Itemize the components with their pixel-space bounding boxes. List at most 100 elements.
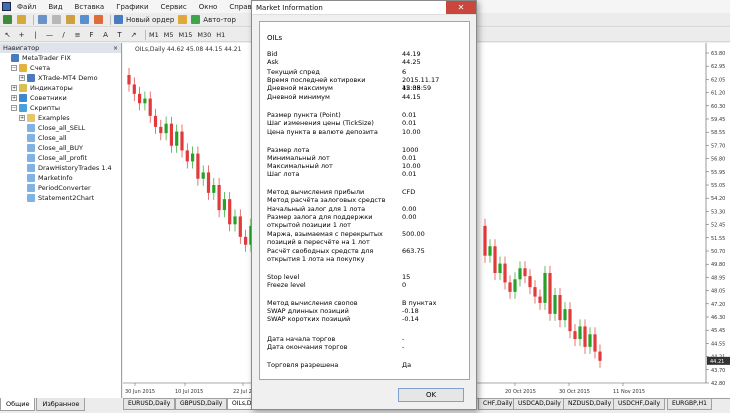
timeframe-button[interactable]: H1 [216, 31, 225, 39]
autotrading-button[interactable]: Авто-тор [191, 14, 236, 25]
price-tick-label: 48.95 [711, 275, 725, 281]
navigator-item[interactable]: + Examples [0, 113, 121, 123]
expand-icon[interactable]: + [19, 75, 25, 81]
data-window-button[interactable] [51, 14, 62, 25]
navigator-item[interactable]: + XTrade-MT4 Demo [0, 73, 121, 83]
chart-tab[interactable]: CHF,Daily [478, 399, 518, 410]
price-tick-label: 46.30 [711, 315, 725, 321]
navigator-item[interactable]: Close_all_SELL [0, 123, 121, 133]
info-value: CFD [402, 188, 416, 196]
channel-button[interactable]: ≡ [72, 29, 83, 40]
navigator-item[interactable]: Close_all [0, 133, 121, 143]
info-label: Дата начала торгов [267, 335, 336, 343]
navigator-header: Навигатор × [0, 43, 121, 53]
timeframe-button[interactable]: M15 [179, 31, 193, 39]
menu-item[interactable]: Вид [48, 3, 62, 11]
acc-icon [19, 64, 27, 72]
navigator-item[interactable]: + Индикаторы [0, 83, 121, 93]
chart-tab[interactable]: EURUSD,Daily [123, 399, 176, 410]
text-icon: A [103, 30, 108, 39]
crosshair-button[interactable]: + [16, 29, 27, 40]
navigator-item[interactable]: DrawHistoryTrades 1.4 [0, 163, 121, 173]
navigator-item[interactable]: − Счета [0, 63, 121, 73]
timeframe-button[interactable]: M5 [164, 31, 174, 39]
new-chart-button[interactable] [2, 14, 13, 25]
nav-tab-favorites[interactable]: Избранное [36, 398, 86, 411]
info-value: - [402, 343, 405, 351]
candle-body [153, 115, 158, 127]
timeframe-button[interactable]: M30 [197, 31, 211, 39]
trendline-icon: / [62, 30, 65, 39]
menu-item[interactable]: Графики [116, 3, 148, 11]
navigator-item[interactable]: Close_all_profit [0, 153, 121, 163]
info-label: Время последней котировки [267, 76, 366, 84]
expand-icon[interactable]: + [19, 115, 25, 121]
text-button[interactable]: A [100, 29, 111, 40]
chart-tab[interactable]: NZDUSD,Daily [563, 399, 617, 410]
navigator-close-icon[interactable]: × [113, 45, 118, 52]
candle-body [233, 216, 237, 225]
navigator-item[interactable]: MarketInfo [0, 173, 121, 183]
timeframe-button[interactable]: M1 [149, 31, 159, 39]
chart-tab[interactable]: USDCAD,Daily [513, 399, 566, 410]
candle-body [513, 279, 517, 292]
tester-button[interactable] [93, 14, 104, 25]
horizontal-line-button[interactable]: — [44, 29, 55, 40]
arrows-button[interactable]: ↗ [128, 29, 139, 40]
close-icon[interactable]: ✕ [446, 1, 476, 14]
candle-body [206, 172, 211, 193]
info-label: Метод вычисления прибыли [267, 188, 365, 196]
ind-icon [19, 84, 27, 92]
market-watch-button[interactable] [37, 14, 48, 25]
price-tick-label: 42.80 [711, 381, 725, 387]
info-value: 45.08 [402, 84, 421, 92]
price-tick-label: 63.80 [711, 51, 725, 57]
expand-icon[interactable]: + [11, 85, 17, 91]
candle-body [523, 268, 527, 277]
menu-item[interactable]: Файл [17, 3, 36, 11]
date-tick-label: 11 Nov 2015 [613, 389, 645, 395]
chart-tab[interactable]: GBPUSD,Daily [175, 399, 228, 410]
info-label: Шаг изменения цены (TickSize) [267, 119, 374, 127]
terminal-button[interactable] [79, 14, 90, 25]
navigator-item[interactable]: PeriodConverter [0, 183, 121, 193]
info-value: - [402, 335, 405, 343]
chart-tab[interactable]: USDCHF,Daily [613, 399, 666, 410]
menu-item[interactable]: Окно [199, 3, 218, 11]
chart-tab[interactable]: EURGBP,H1 [667, 399, 712, 410]
navigator-item[interactable]: MetaTrader FIX [0, 53, 121, 63]
candle-body [553, 295, 557, 314]
navigator-item[interactable]: Close_all_BUY [0, 143, 121, 153]
metaeditor-button[interactable] [177, 14, 188, 25]
metaeditor-icon [178, 15, 188, 24]
crosshair-icon: + [18, 30, 25, 39]
navigator-item[interactable]: Statement2Chart [0, 193, 121, 203]
navigator-item-label: Statement2Chart [38, 194, 95, 202]
info-label: Дневной минимум [267, 93, 330, 101]
candle-body [164, 123, 168, 134]
collapse-icon[interactable]: − [11, 105, 17, 111]
menu-item[interactable]: Сервис [161, 3, 187, 11]
navigator-item[interactable]: + Советники [0, 93, 121, 103]
script-icon [27, 124, 35, 132]
collapse-icon[interactable]: − [11, 65, 17, 71]
horizontal-line-icon: — [46, 30, 53, 39]
navigator-button[interactable] [65, 14, 76, 25]
label-button[interactable]: T [114, 29, 125, 40]
candle-body [201, 172, 205, 179]
profiles-button[interactable] [16, 14, 27, 25]
info-value: 0.00 [402, 213, 417, 221]
navigator-item[interactable]: − Скрипты [0, 103, 121, 113]
ok-button[interactable]: OK [398, 388, 464, 402]
trendline-button[interactable]: / [58, 29, 69, 40]
expand-icon[interactable]: + [11, 95, 17, 101]
nav-tab-common[interactable]: Общие [0, 398, 36, 411]
price-tick-label: 47.20 [711, 302, 725, 308]
menu-item[interactable]: Вставка [75, 3, 105, 11]
cursor-button[interactable]: ↖ [2, 29, 13, 40]
info-value: 10.00 [402, 128, 421, 136]
new-order-button[interactable]: Новый ордер [114, 14, 174, 25]
vertical-line-button[interactable]: | [30, 29, 41, 40]
navigator-item-label: Close_all_SELL [38, 124, 86, 132]
fibo-button[interactable]: F [86, 29, 97, 40]
